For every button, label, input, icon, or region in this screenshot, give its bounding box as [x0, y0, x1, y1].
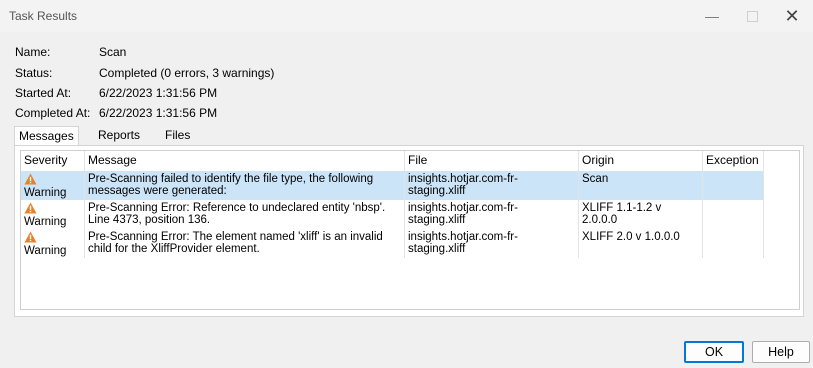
- completed-at-value: 6/22/2023 1:31:56 PM: [99, 106, 218, 120]
- column-header-exception[interactable]: Exception: [703, 151, 764, 171]
- message-cell: Pre-Scanning Error: The element named 'x…: [85, 229, 405, 258]
- file-cell: insights.hotjar.com-fr-staging.xliff: [405, 171, 579, 200]
- messages-panel: Severity Message File Origin Exception W…: [14, 145, 804, 317]
- started-at-label: Started At:: [15, 86, 72, 100]
- table-row[interactable]: Warning Pre-Scanning Error: The element …: [21, 229, 764, 258]
- exception-cell: [703, 200, 764, 229]
- maximize-button[interactable]: [730, 0, 774, 32]
- severity-text: Warning: [24, 216, 67, 228]
- tab-messages[interactable]: Messages (3): [14, 126, 79, 161]
- messages-table[interactable]: Severity Message File Origin Exception W…: [20, 150, 800, 310]
- minimize-icon: —: [705, 8, 719, 24]
- exception-cell: [703, 229, 764, 258]
- tab-files[interactable]: Files: [161, 126, 194, 145]
- table-header: Severity Message File Origin Exception: [21, 151, 764, 172]
- name-label: Name:: [15, 45, 51, 59]
- status-value: Completed (0 errors, 3 warnings): [99, 66, 275, 80]
- message-cell: Pre-Scanning Error: Reference to undecla…: [85, 200, 405, 229]
- column-header-origin[interactable]: Origin: [579, 151, 703, 171]
- column-header-severity[interactable]: Severity: [21, 151, 85, 171]
- started-at-value: 6/22/2023 1:31:56 PM: [99, 86, 218, 100]
- origin-cell: XLIFF 2.0 v 1.0.0.0: [579, 229, 703, 258]
- help-button[interactable]: Help: [752, 341, 810, 363]
- warning-icon: [24, 173, 37, 185]
- message-cell: Pre-Scanning failed to identify the file…: [85, 171, 405, 200]
- exception-cell: [703, 171, 764, 200]
- tab-reports[interactable]: Reports (0): [94, 126, 144, 160]
- maximize-icon: [746, 10, 758, 22]
- severity-cell: Warning: [21, 200, 85, 229]
- severity-cell: Warning: [21, 171, 85, 200]
- severity-text: Warning: [24, 245, 67, 257]
- title-bar: Task Results — ✕: [0, 0, 813, 32]
- file-cell: insights.hotjar.com-fr-staging.xliff: [405, 200, 579, 229]
- origin-cell: XLIFF 1.1-1.2 v 2.0.0.0: [579, 200, 703, 229]
- table-row[interactable]: Warning Pre-Scanning Error: Reference to…: [21, 200, 764, 229]
- name-value: Scan: [99, 45, 127, 59]
- status-label: Status:: [15, 66, 53, 80]
- column-header-file[interactable]: File: [405, 151, 579, 171]
- ok-button[interactable]: OK: [684, 341, 744, 363]
- column-header-message[interactable]: Message: [85, 151, 405, 171]
- window-title: Task Results: [9, 9, 78, 23]
- warning-icon: [24, 202, 37, 214]
- completed-at-label: Completed At:: [15, 106, 91, 120]
- severity-text: Warning: [24, 187, 67, 199]
- close-button[interactable]: ✕: [770, 0, 813, 32]
- close-icon: ✕: [784, 5, 800, 26]
- table-row[interactable]: Warning Pre-Scanning failed to identify …: [21, 171, 764, 200]
- origin-cell: Scan: [579, 171, 703, 200]
- warning-icon: [24, 231, 37, 243]
- severity-cell: Warning: [21, 229, 85, 258]
- minimize-button[interactable]: —: [690, 0, 734, 32]
- file-cell: insights.hotjar.com-fr-staging.xliff: [405, 229, 579, 258]
